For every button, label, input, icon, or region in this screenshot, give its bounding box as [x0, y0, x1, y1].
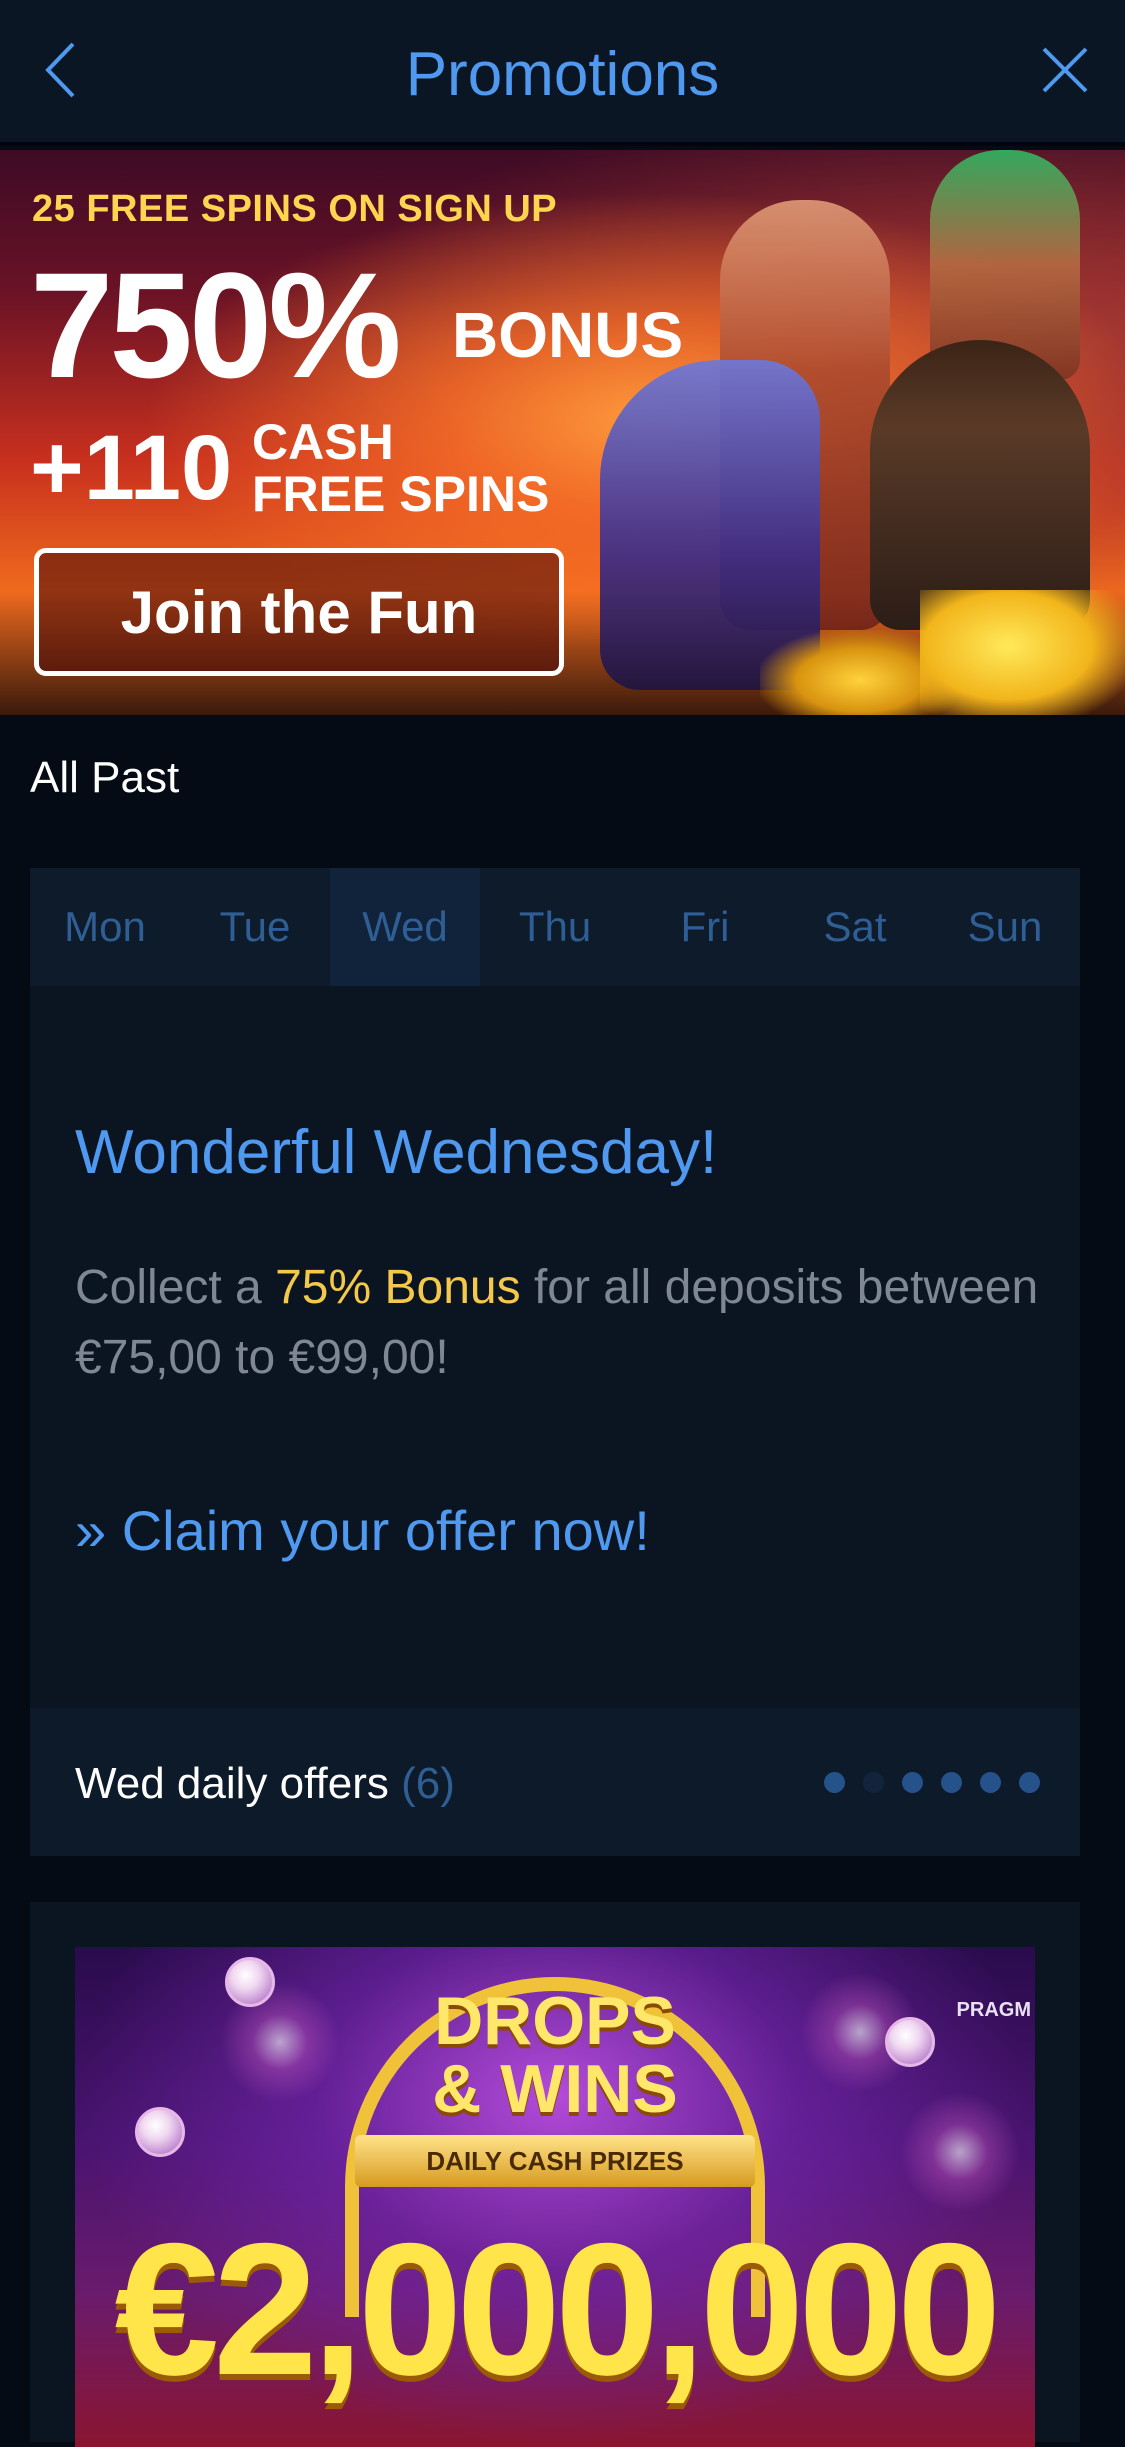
pagination-dots [824, 1772, 1040, 1793]
pagination-dot[interactable] [941, 1772, 962, 1793]
offer-title: Wonderful Wednesday! [75, 1118, 718, 1187]
filter-all[interactable]: All [30, 753, 79, 802]
hero-bonus-word: BONUS [452, 299, 684, 371]
join-the-fun-button[interactable]: Join the Fun [34, 548, 564, 676]
tab-thu[interactable]: Thu [480, 868, 630, 986]
drops-and-wins-banner[interactable]: PRAGM DROPS & WINS DAILY CASH PRIZES €2,… [75, 1947, 1035, 2447]
offer-text-before: Collect a [75, 1261, 276, 1314]
promo-card: PRAGM DROPS & WINS DAILY CASH PRIZES €2,… [30, 1902, 1080, 2447]
close-icon[interactable] [1030, 35, 1100, 105]
pagination-dot[interactable] [863, 1772, 884, 1793]
daily-offers-label: Wed daily offers (6) [75, 1756, 455, 1812]
top-bar: Promotions [0, 0, 1125, 146]
offer-highlight: 75% Bonus [275, 1261, 521, 1314]
page-title: Promotions [405, 40, 720, 109]
offer-description: Collect a 75% Bonus for all deposits bet… [75, 1253, 1065, 1393]
tab-tue[interactable]: Tue [180, 868, 330, 986]
filter-past[interactable]: Past [91, 753, 179, 802]
hero-cash-text: CASH FREE SPINS [252, 416, 549, 520]
drops-line1: DROPS [434, 1983, 676, 2059]
tab-sun[interactable]: Sun [930, 868, 1080, 986]
character-cowboy-image [870, 340, 1090, 630]
pagination-dot[interactable] [902, 1772, 923, 1793]
tab-mon[interactable]: Mon [30, 868, 180, 986]
claim-offer-link[interactable]: » Claim your offer now! [75, 1496, 650, 1566]
daily-offers-footer: Wed daily offers (6) [30, 1708, 1080, 1856]
tab-wed[interactable]: Wed [330, 868, 480, 986]
hero-free-spins-line: 25 FREE SPINS ON SIGN UP [32, 188, 558, 230]
hero-cash-line2: FREE SPINS [252, 466, 550, 522]
tab-sat[interactable]: Sat [780, 868, 930, 986]
gold-coins-stack-image [920, 590, 1125, 715]
pagination-dot[interactable] [824, 1772, 845, 1793]
pagination-dot[interactable] [980, 1772, 1001, 1793]
pagination-dot[interactable] [1019, 1772, 1040, 1793]
drops-wins-title: DROPS & WINS [75, 1987, 1035, 2123]
promo-filter: All Past [30, 748, 179, 808]
hero-cash-line1: CASH [252, 414, 394, 470]
tab-fri[interactable]: Fri [630, 868, 780, 986]
daily-offers-text: Wed daily offers [75, 1759, 389, 1808]
day-tabs: Mon Tue Wed Thu Fri Sat Sun [30, 868, 1080, 986]
prize-amount: €2,000,000 [114, 2204, 1002, 2414]
hero-bonus-percent: 750% [30, 241, 402, 409]
daily-offers-count: (6) [401, 1759, 455, 1808]
hero-banner[interactable]: 25 FREE SPINS ON SIGN UP 750% BONUS +110… [0, 150, 1125, 715]
hero-plus-value: +110 [30, 417, 233, 519]
daily-cash-prizes-ribbon: DAILY CASH PRIZES [355, 2135, 755, 2187]
drops-line2: & WINS [432, 2051, 678, 2127]
daily-offer-card: Mon Tue Wed Thu Fri Sat Sun Wonderful We… [30, 868, 1080, 1856]
